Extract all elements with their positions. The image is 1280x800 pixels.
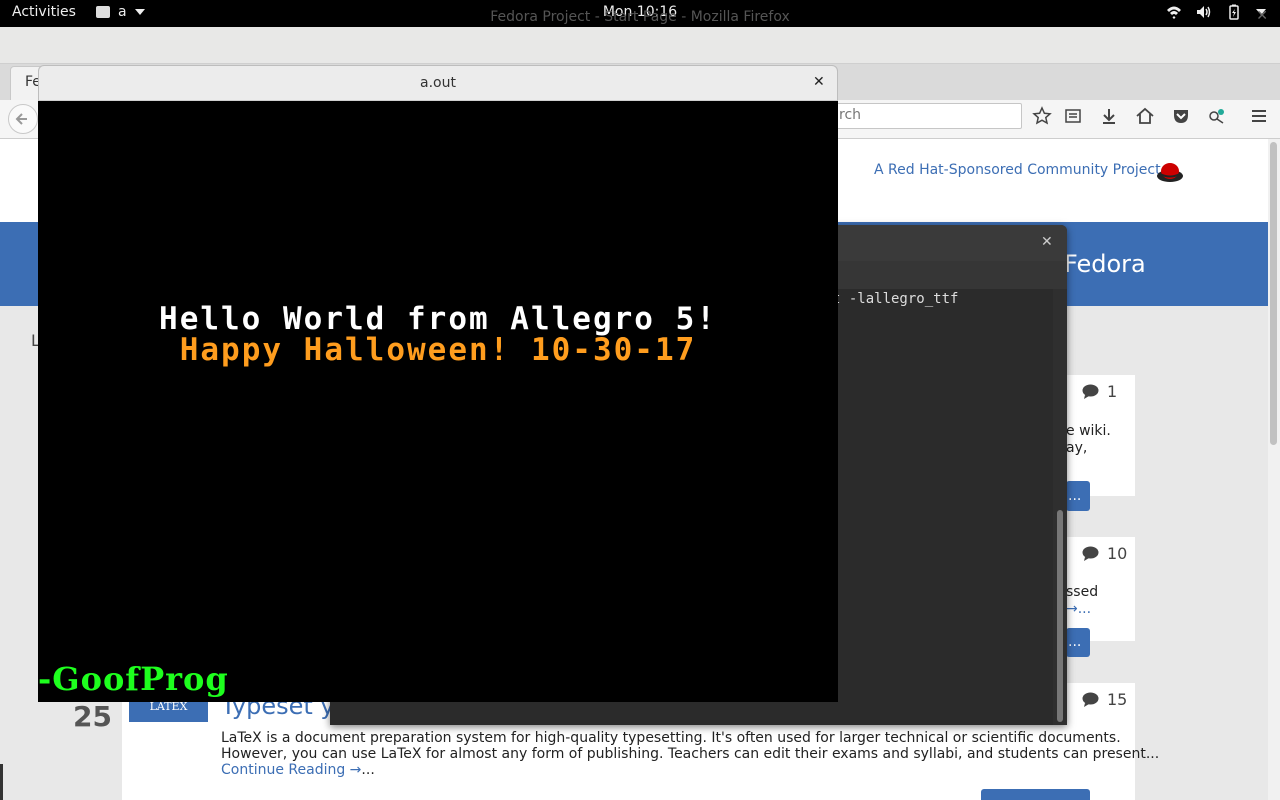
continue-ellipsis: ... bbox=[361, 762, 375, 778]
comment-count[interactable]: 10 bbox=[1082, 544, 1127, 563]
comment-number: 1 bbox=[1107, 382, 1118, 401]
continue-reading-link[interactable]: Continue Reading → bbox=[221, 762, 361, 778]
comment-count[interactable]: 15 bbox=[1082, 690, 1127, 709]
home-icon[interactable] bbox=[1135, 106, 1155, 126]
left-edge-marker bbox=[0, 764, 3, 800]
card-snippet-link[interactable]: →... bbox=[1066, 601, 1091, 617]
comment-icon bbox=[1082, 692, 1099, 707]
article-day: 25 bbox=[73, 700, 112, 733]
redhat-logo-icon bbox=[1157, 163, 1183, 182]
download-icon[interactable] bbox=[1099, 106, 1119, 126]
aout-close-icon[interactable]: ✕ bbox=[813, 74, 825, 90]
read-more-button[interactable] bbox=[981, 789, 1090, 800]
reading-list-icon[interactable] bbox=[1063, 106, 1083, 126]
addon-icon[interactable] bbox=[1207, 106, 1227, 126]
signature-text: -GoofProg bbox=[38, 660, 229, 698]
menu-icon[interactable] bbox=[1249, 106, 1269, 126]
halloween-text: Happy Halloween! 10-30-17 bbox=[179, 332, 697, 368]
firefox-close-icon[interactable]: ✕ bbox=[1256, 8, 1268, 24]
back-arrow-icon bbox=[15, 113, 27, 125]
card-snippet: ssed bbox=[1066, 584, 1099, 600]
read-more-label: ... bbox=[1068, 488, 1082, 504]
back-button[interactable] bbox=[8, 104, 38, 134]
star-icon[interactable] bbox=[1032, 106, 1052, 126]
read-more-button[interactable]: ... bbox=[1066, 481, 1090, 511]
firefox-titlebar bbox=[0, 27, 1280, 64]
firefox-window-title: Fedora Project - Start Page - Mozilla Fi… bbox=[490, 9, 790, 25]
read-more-button[interactable]: ... bbox=[1066, 628, 1090, 657]
pocket-icon[interactable] bbox=[1171, 106, 1191, 126]
comment-count[interactable]: 1 bbox=[1082, 382, 1117, 401]
aout-window-title: a.out bbox=[420, 75, 456, 91]
comment-icon bbox=[1082, 546, 1099, 561]
terminal-command-text: t -lallegro_ttf bbox=[832, 291, 959, 307]
card-snippet: ay, bbox=[1066, 440, 1088, 456]
article-body: However, you can use LaTeX for almost an… bbox=[221, 746, 1160, 762]
terminal-scrollbar-thumb[interactable] bbox=[1057, 510, 1063, 722]
search-input[interactable]: rch bbox=[806, 103, 1022, 129]
search-placeholder: rch bbox=[839, 107, 862, 123]
banner-text: Fedora bbox=[1064, 250, 1146, 278]
read-more-label: ... bbox=[1068, 634, 1082, 650]
continue-reading: Continue Reading →... bbox=[221, 762, 375, 778]
allegro-canvas[interactable] bbox=[38, 101, 838, 702]
terminal-close-icon[interactable]: ✕ bbox=[1041, 234, 1053, 250]
page-scrollbar-thumb[interactable] bbox=[1270, 142, 1277, 445]
comment-number: 10 bbox=[1107, 544, 1128, 563]
comment-icon bbox=[1082, 384, 1099, 399]
article-body: LaTeX is a document preparation system f… bbox=[221, 730, 1121, 746]
card-snippet: e wiki. bbox=[1066, 423, 1111, 439]
sponsor-link[interactable]: A Red Hat-Sponsored Community Project bbox=[874, 162, 1161, 178]
comment-number: 15 bbox=[1107, 690, 1128, 709]
